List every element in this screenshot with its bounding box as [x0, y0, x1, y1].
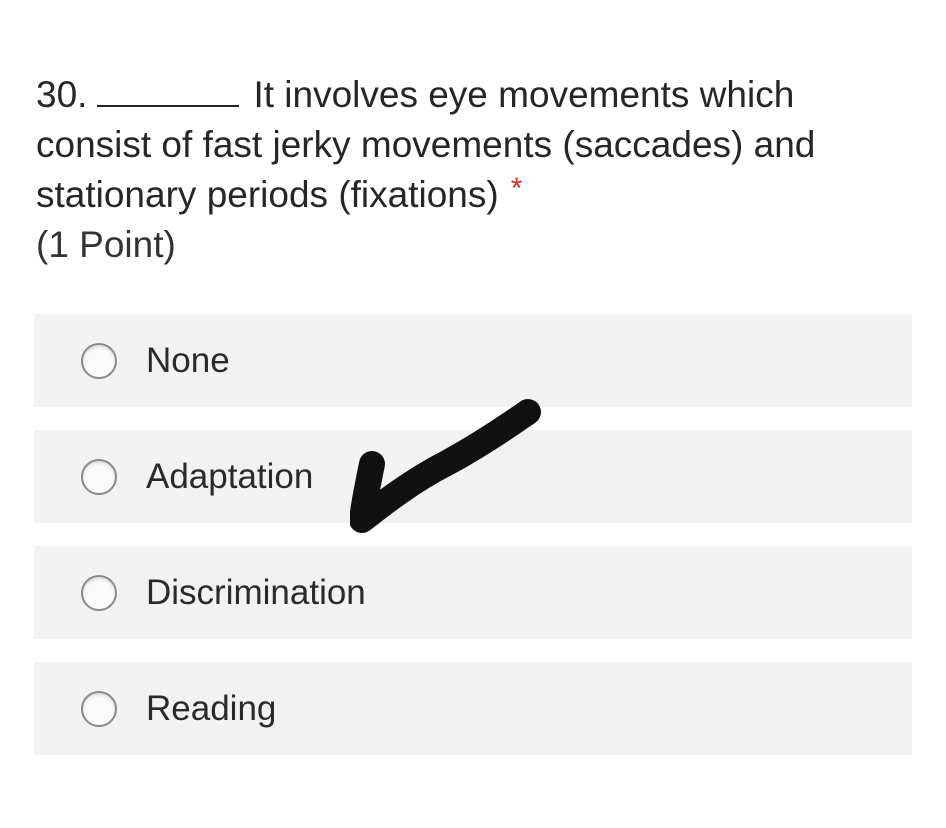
- question-text: 30. It involves eye movements which consi…: [36, 70, 916, 270]
- option-label: Discrimination: [146, 572, 366, 612]
- option-label: None: [146, 340, 230, 380]
- radio-button[interactable]: [81, 574, 117, 611]
- question-line-3-text: stationary periods (fixations): [36, 174, 499, 215]
- option-reading[interactable]: Reading: [34, 662, 912, 755]
- question-line-1: 30. It involves eye movements which: [36, 70, 916, 120]
- radio-button[interactable]: [81, 458, 117, 495]
- question-line-3: stationary periods (fixations) *: [36, 170, 916, 220]
- answer-blank: [97, 77, 240, 107]
- radio-button[interactable]: [81, 342, 117, 379]
- answer-options: None Adaptation Discrimination Reading: [34, 314, 912, 778]
- option-none[interactable]: None: [34, 314, 912, 407]
- question-line-1-text: It involves eye movements which: [253, 74, 795, 115]
- question-number: 30.: [36, 74, 88, 115]
- option-discrimination[interactable]: Discrimination: [34, 546, 912, 639]
- question-points: (1 Point): [36, 224, 176, 265]
- option-adaptation[interactable]: Adaptation: [34, 430, 912, 523]
- option-label: Adaptation: [146, 456, 314, 496]
- question-line-2: consist of fast jerky movements (saccade…: [36, 124, 816, 165]
- radio-button[interactable]: [81, 690, 117, 727]
- required-asterisk: *: [510, 172, 523, 205]
- option-label: Reading: [146, 688, 277, 728]
